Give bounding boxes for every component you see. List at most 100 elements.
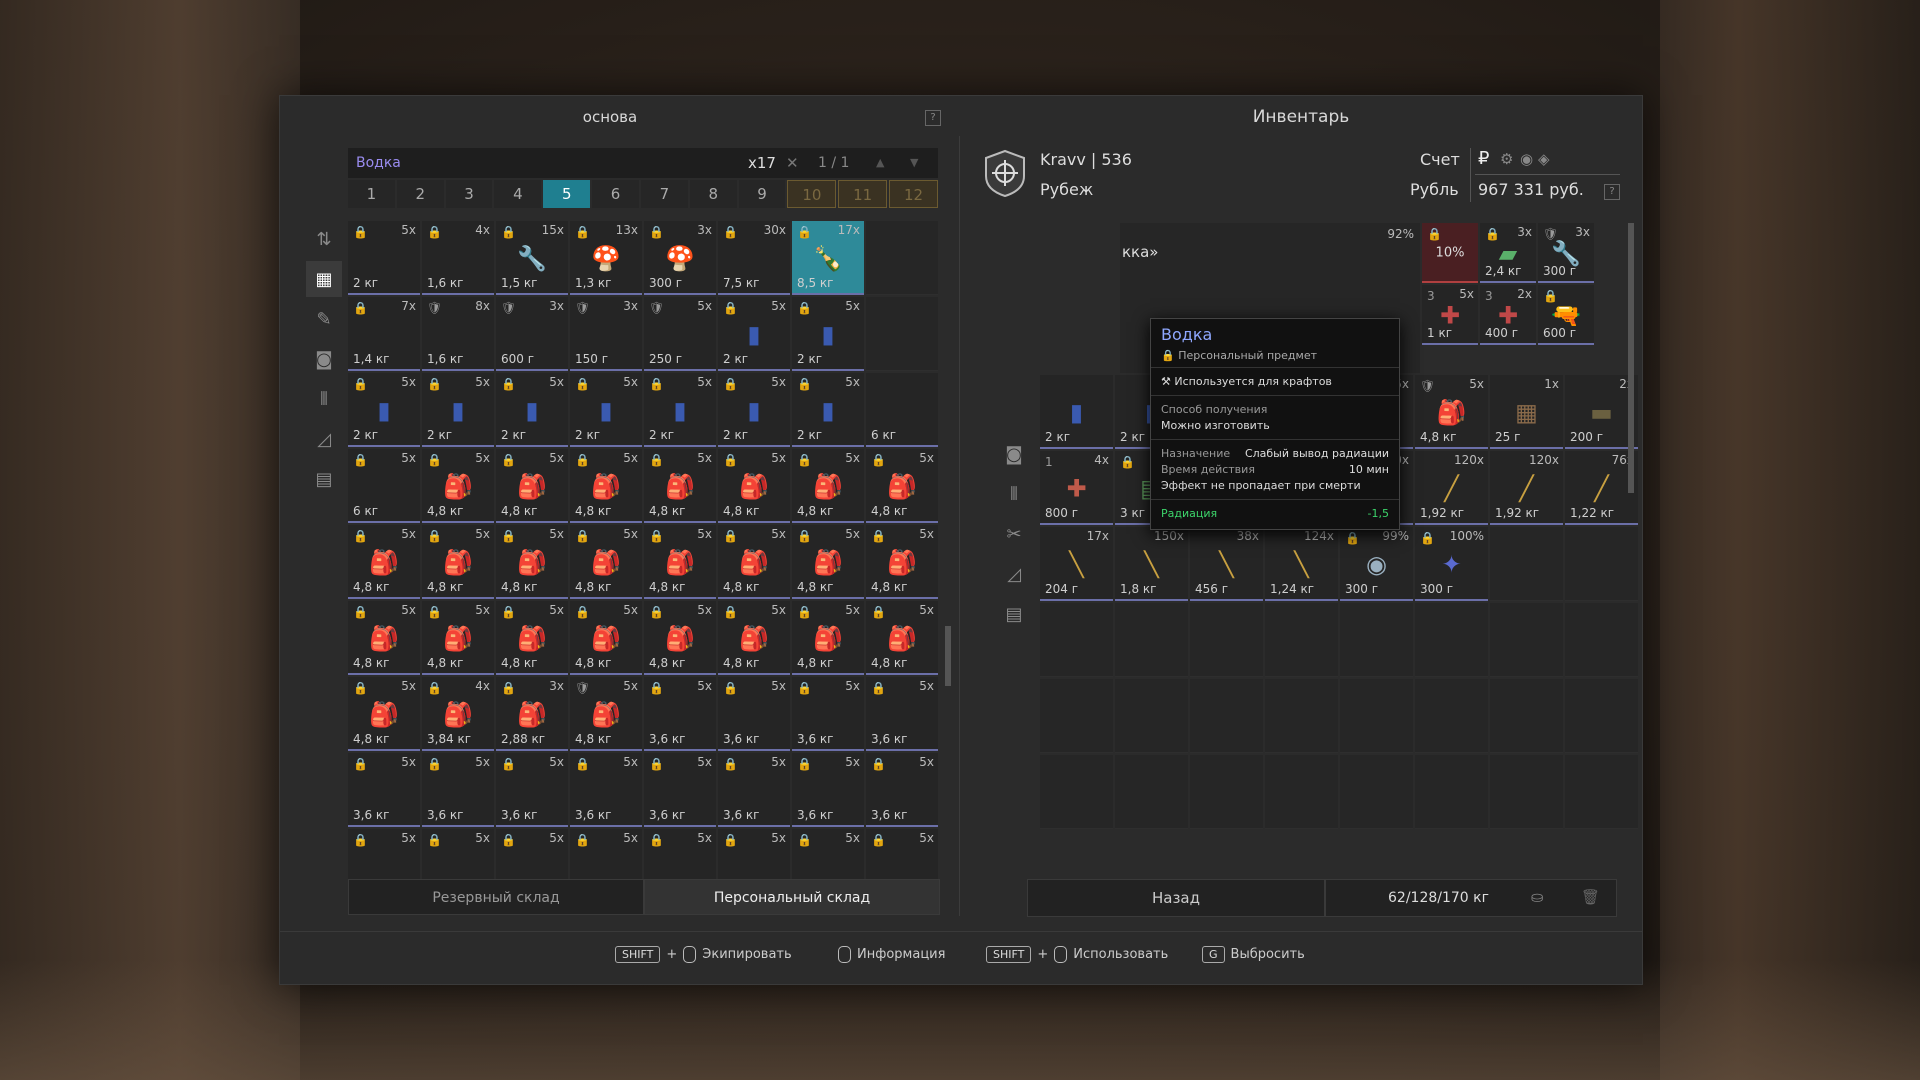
- inventory-slot[interactable]: 17x ╲ 204 г: [1040, 527, 1113, 601]
- inventory-slot[interactable]: 3 5x ✚ 1 кг: [1422, 285, 1478, 345]
- ammo-icon[interactable]: ⦀: [996, 476, 1032, 512]
- inventory-slot[interactable]: 🔒 5x 🎒 4,8 кг: [718, 601, 790, 675]
- tab-page-8[interactable]: 8: [689, 180, 737, 208]
- inventory-slot[interactable]: 🔒 5x 🎒 4,8 кг: [792, 601, 864, 675]
- inventory-slot[interactable]: 🔒 5x 🎒 4,8 кг: [422, 601, 494, 675]
- bandage-icon[interactable]: ✎: [306, 301, 342, 337]
- box-icon[interactable]: ▤: [996, 596, 1032, 632]
- inventory-help-button[interactable]: ?: [1604, 184, 1620, 200]
- inventory-slot[interactable]: 🔒 5x 3,6 кг: [348, 753, 420, 827]
- ammo-icon[interactable]: ⦀: [306, 381, 342, 417]
- empty-slot[interactable]: [1565, 603, 1638, 677]
- tab-page-7[interactable]: 7: [640, 180, 688, 208]
- inventory-slot[interactable]: 🔒 5x 3,6 кг: [718, 677, 790, 751]
- empty-slot[interactable]: [1115, 603, 1188, 677]
- tab-page-3[interactable]: 3: [445, 180, 493, 208]
- inventory-slot[interactable]: 🔒 10%: [1422, 223, 1478, 283]
- inventory-slot[interactable]: 🔒 13x 🍄 1,3 кг: [570, 221, 642, 295]
- tab-page-6[interactable]: 6: [592, 180, 639, 208]
- inventory-slot[interactable]: 120x ╱ 1,92 кг: [1415, 451, 1488, 525]
- empty-slot[interactable]: [1565, 679, 1638, 753]
- empty-slot[interactable]: [1415, 755, 1488, 829]
- empty-slot[interactable]: [1490, 755, 1563, 829]
- ruble-icon[interactable]: ₽: [1478, 148, 1489, 169]
- empty-slot[interactable]: [1115, 755, 1188, 829]
- inventory-slot[interactable]: 🔒 5x 🎒 4,8 кг: [422, 525, 494, 599]
- empty-slot[interactable]: [1265, 679, 1338, 753]
- inventory-slot[interactable]: 🔒 5x 🎒 4,8 кг: [866, 601, 938, 675]
- inventory-slot[interactable]: 150x ╲ 1,8 кг: [1115, 527, 1188, 601]
- inventory-slot[interactable]: 🔒 5x 🎒 4,8 кг: [496, 525, 568, 599]
- empty-slot[interactable]: [1265, 603, 1338, 677]
- inventory-slot[interactable]: 🔒 4x 🎒 3,84 кг: [422, 677, 494, 751]
- inventory-slot[interactable]: 🔒 99% ◉ 300 г: [1340, 527, 1413, 601]
- inventory-slot[interactable]: 🔒 5x 🎒 4,8 кг: [644, 449, 716, 523]
- ruler-icon[interactable]: ◿: [996, 556, 1032, 592]
- inventory-slot[interactable]: 🔒 5x 🎒 4,8 кг: [792, 449, 864, 523]
- inventory-slot[interactable]: 🛡 5x🎒 4,8 кг: [1415, 375, 1488, 449]
- box-icon[interactable]: ▤: [306, 461, 342, 497]
- tab-page-4[interactable]: 4: [494, 180, 542, 208]
- inventory-slot[interactable]: 🔒 5x 6 кг: [348, 449, 420, 523]
- empty-slot[interactable]: [1565, 527, 1638, 601]
- empty-slot[interactable]: [1415, 603, 1488, 677]
- inventory-slot[interactable]: 🔒 5x 3,6 кг: [644, 677, 716, 751]
- inventory-slot[interactable]: 🔒 5x 🎒 4,8 кг: [348, 601, 420, 675]
- inventory-slot[interactable]: 38x ╲ 456 г: [1190, 527, 1263, 601]
- tab-personal-storage[interactable]: Персональный склад: [644, 879, 940, 915]
- inventory-slot[interactable]: 🔒 5x 3,6 кг: [496, 753, 568, 827]
- empty-slot[interactable]: [1490, 527, 1563, 601]
- inventory-slot[interactable]: 6 кг: [866, 373, 938, 447]
- inventory-slot[interactable]: 🛡 5x🎒 4,8 кг: [570, 677, 642, 751]
- inventory-slot[interactable]: ▮ 2 кг: [1040, 375, 1113, 449]
- storage-help-button[interactable]: ?: [925, 110, 941, 126]
- empty-slot[interactable]: [1340, 679, 1413, 753]
- inventory-slot[interactable]: 🔒 5x 3,6 кг: [792, 677, 864, 751]
- inventory-slot[interactable]: 🔒 5x 3,6 кг: [570, 753, 642, 827]
- inventory-slot[interactable]: 🔒 5x 🎒 4,8 кг: [792, 525, 864, 599]
- inventory-slot[interactable]: 🔒 30x 7,5 кг: [718, 221, 790, 295]
- inventory-slot[interactable]: 🔒 5x ▮ 2 кг: [792, 297, 864, 371]
- inventory-scrollbar[interactable]: [1628, 223, 1634, 493]
- inventory-slot[interactable]: 🔒 5x 🎒 4,8 кг: [644, 525, 716, 599]
- back-button[interactable]: Назад: [1027, 879, 1325, 917]
- inventory-slot[interactable]: 🔒 5x ▮ 2 кг: [718, 297, 790, 371]
- tab-reserve-storage[interactable]: Резервный склад: [348, 879, 644, 915]
- gear-icon[interactable]: ⚙: [1500, 150, 1513, 168]
- tools-icon[interactable]: ✂: [996, 516, 1032, 552]
- empty-slot[interactable]: [1040, 679, 1113, 753]
- empty-slot[interactable]: [1115, 679, 1188, 753]
- tab-page-5[interactable]: 5: [543, 180, 591, 208]
- tab-page-9[interactable]: 9: [738, 180, 786, 208]
- inventory-slot[interactable]: 🔒 5x 3,6 кг: [422, 753, 494, 827]
- inventory-slot[interactable]: 🔒 5x 3,6 кг: [718, 753, 790, 827]
- inventory-slot[interactable]: 🔒 17x 🍾 8,5 кг: [792, 221, 864, 295]
- empty-slot[interactable]: [1415, 679, 1488, 753]
- inventory-slot[interactable]: 🔒 5x ▮ 2 кг: [496, 373, 568, 447]
- inventory-slot[interactable]: 🔒 3x ▰ 2,4 кг: [1480, 223, 1536, 283]
- inventory-slot[interactable]: 🔒 5x ▮ 2 кг: [644, 373, 716, 447]
- inventory-slot[interactable]: 🛡 3x 🔧 300 г: [1538, 223, 1594, 283]
- tab-page-1[interactable]: 1: [348, 180, 395, 208]
- empty-slot[interactable]: [1340, 603, 1413, 677]
- inventory-slot[interactable]: 🔒 5x 🎒 4,8 кг: [570, 525, 642, 599]
- inventory-slot[interactable]: 🔒 5x 🎒 4,8 кг: [348, 677, 420, 751]
- empty-slot[interactable]: [1340, 755, 1413, 829]
- inventory-slot[interactable]: 🔒 5x 🎒 4,8 кг: [866, 449, 938, 523]
- ruler-icon[interactable]: ◿: [306, 421, 342, 457]
- inventory-slot[interactable]: 🔒 5x 🎒 4,8 кг: [866, 525, 938, 599]
- inventory-slot[interactable]: 🔒 5x 🎒 4,8 кг: [496, 449, 568, 523]
- empty-slot[interactable]: [1190, 679, 1263, 753]
- inventory-slot[interactable]: 🔒 🔫 600 г: [1538, 285, 1594, 345]
- empty-slot[interactable]: [1265, 755, 1338, 829]
- coin-icon[interactable]: ◉: [1520, 150, 1533, 168]
- inventory-slot[interactable]: 🔒 5x 🎒 4,8 кг: [348, 525, 420, 599]
- inventory-slot[interactable]: 🔒 5x 3,6 кг: [792, 753, 864, 827]
- inventory-slot[interactable]: 🔒 5x ▮ 2 кг: [570, 373, 642, 447]
- tab-page-2[interactable]: 2: [396, 180, 444, 208]
- inventory-slot[interactable]: 🔒 5x ▮ 2 кг: [718, 373, 790, 447]
- tab-page-12[interactable]: 12: [889, 180, 938, 208]
- inventory-slot[interactable]: 🔒 5x ▮ 2 кг: [422, 373, 494, 447]
- inventory-slot[interactable]: 🔒 3x 🍄 300 г: [644, 221, 716, 295]
- inventory-slot[interactable]: 🔒 5x 🎒 4,8 кг: [496, 601, 568, 675]
